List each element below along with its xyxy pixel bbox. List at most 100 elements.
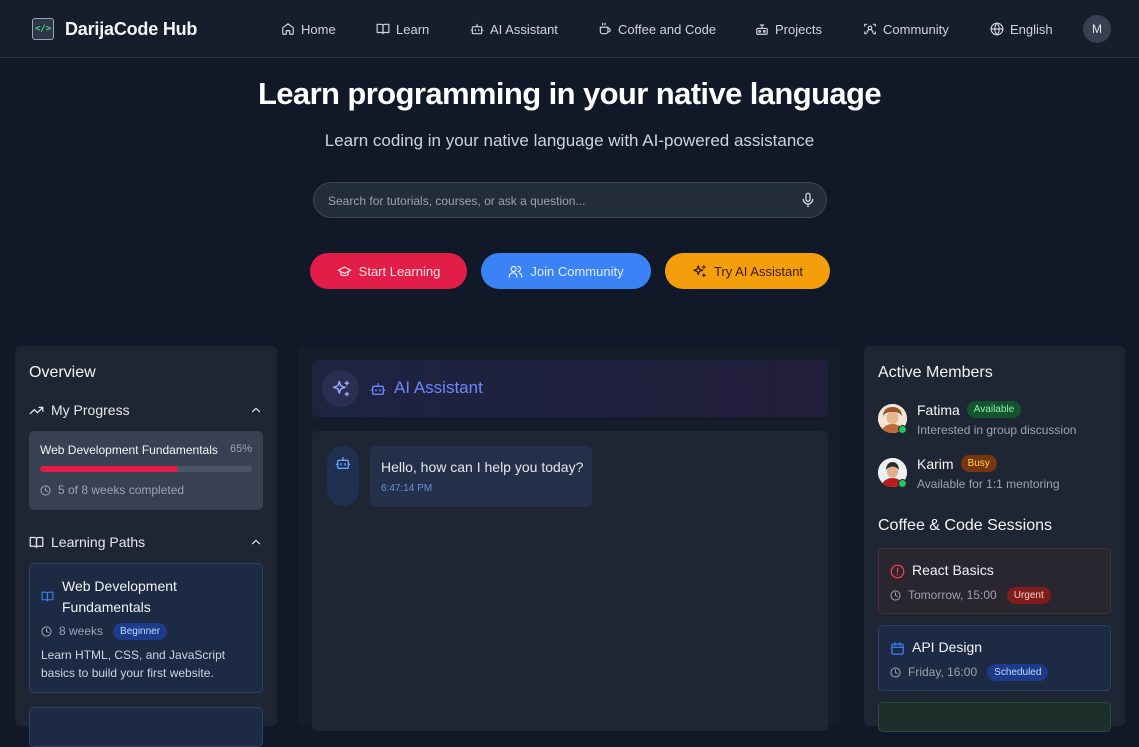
- progress-weeks-label: 5 of 8 weeks completed: [58, 483, 185, 497]
- member-name: Karim: [917, 455, 954, 472]
- nav-projects[interactable]: Projects: [755, 20, 822, 38]
- nav-projects-label: Projects: [775, 21, 822, 37]
- hero-title: Learn programming in your native languag…: [257, 76, 882, 111]
- member-item[interactable]: Fatima Available Interested in group dis…: [878, 401, 1118, 441]
- projects-icon: [756, 24, 768, 35]
- code-logo-icon: </>: [32, 18, 54, 40]
- nav-coffee-and-code[interactable]: Coffee and Code: [598, 20, 716, 38]
- ai-assistant-title: AI Assistant: [394, 378, 483, 397]
- search-bar: [313, 182, 827, 218]
- nav-home-label: Home: [301, 21, 336, 37]
- sparkles-icon: [332, 380, 349, 396]
- learning-path-title: Web Development Fundamentals: [62, 578, 177, 615]
- learning-paths-heading: Learning Paths: [51, 534, 146, 550]
- nav-ai-assistant-label: AI Assistant: [490, 21, 558, 37]
- user-avatar[interactable]: M: [1083, 15, 1111, 43]
- trending-up-icon: [29, 406, 44, 414]
- nav-community[interactable]: Community: [863, 20, 949, 38]
- learning-path-description: Learn HTML, CSS, and JavaScript basics t…: [41, 648, 226, 680]
- chat-area[interactable]: Hello, how can I help you today? 6:47:14…: [312, 431, 828, 731]
- nav-learn[interactable]: Learn: [376, 20, 429, 38]
- member-status: Available for 1:1 mentoring: [917, 477, 1060, 491]
- nav-home[interactable]: Home: [281, 20, 336, 38]
- top-navigation-bar: </> DarijaCode Hub Home Learn AI Assista…: [0, 0, 1139, 58]
- session-meta: Tomorrow, 15:00 Urgent: [890, 586, 1051, 604]
- globe-icon: [990, 22, 1004, 36]
- online-status-dot: [898, 479, 907, 488]
- session-time: Friday, 16:00: [908, 665, 978, 679]
- status-badge: Available: [966, 401, 1022, 418]
- graduation-cap-icon: [337, 266, 352, 276]
- join-community-label: Join Community: [530, 263, 624, 279]
- online-status-dot: [898, 425, 907, 434]
- book-open-icon: [29, 536, 44, 548]
- book-icon: [41, 591, 54, 602]
- session-time: Tomorrow, 15:00: [908, 588, 997, 602]
- session-badge: Scheduled: [987, 663, 1049, 681]
- try-ai-assistant-label: Try AI Assistant: [713, 263, 804, 279]
- chevron-up-icon: [251, 407, 261, 413]
- session-title: React Basics: [912, 562, 994, 578]
- progress-course-title: Web Development Fundamentals: [40, 443, 218, 457]
- join-community-button[interactable]: Join Community: [481, 253, 651, 289]
- learning-paths-toggle[interactable]: Learning Paths: [29, 533, 263, 551]
- microphone-icon[interactable]: [800, 192, 816, 208]
- coffee-icon: [599, 22, 611, 35]
- my-progress-toggle[interactable]: My Progress: [29, 401, 263, 419]
- clock-icon: [41, 625, 52, 637]
- community-icon: [864, 23, 876, 35]
- nav-community-label: Community: [883, 21, 949, 37]
- learning-path-card[interactable]: [29, 707, 263, 747]
- chevron-up-icon: [251, 539, 261, 545]
- nav-coffee-label: Coffee and Code: [618, 21, 717, 37]
- language-selector[interactable]: English: [990, 20, 1053, 38]
- home-icon: [282, 23, 294, 35]
- calendar-icon: [891, 642, 904, 655]
- status-badge: Busy: [960, 455, 997, 472]
- learning-path-meta: 8 weeks Beginner: [41, 622, 168, 640]
- assistant-message-text: Hello, how can I help you today?: [381, 459, 584, 475]
- session-card[interactable]: [878, 702, 1111, 732]
- clock-icon: [890, 666, 901, 678]
- member-item[interactable]: Karim Busy Available for 1:1 mentoring: [878, 455, 1118, 495]
- clock-icon: [40, 484, 51, 496]
- learning-path-card[interactable]: Web Development Fundamentals 8 weeks Beg…: [29, 563, 263, 693]
- bot-icon: [370, 383, 386, 395]
- member-status: Interested in group discussion: [917, 423, 1077, 437]
- member-name-row: Fatima Available: [917, 401, 1022, 418]
- assistant-message-bubble: Hello, how can I help you today? 6:47:14…: [370, 446, 592, 507]
- ai-assistant-panel: AI Assistant Hello, how can I help you t…: [298, 346, 841, 731]
- brand[interactable]: </> DarijaCode Hub: [32, 17, 197, 41]
- session-badge: Urgent: [1006, 586, 1051, 604]
- assistant-message-time: 6:47:14 PM: [381, 483, 433, 494]
- community-panel: Active Members Fatima Available Interest…: [864, 346, 1125, 732]
- search-input[interactable]: [328, 191, 788, 211]
- course-progress-card[interactable]: Web Development Fundamentals 65% 5 of 8 …: [29, 431, 263, 510]
- member-name: Fatima: [917, 401, 960, 418]
- language-label: English: [1010, 21, 1053, 37]
- ai-sparkle-badge: [322, 370, 359, 407]
- bot-icon: [470, 23, 484, 35]
- nav-ai-assistant[interactable]: AI Assistant: [470, 20, 558, 38]
- session-card[interactable]: React Basics Tomorrow, 15:00 Urgent: [878, 548, 1111, 614]
- my-progress-heading: My Progress: [51, 402, 130, 418]
- member-name-row: Karim Busy: [917, 455, 997, 472]
- ai-assistant-header: AI Assistant: [312, 360, 828, 417]
- progress-percent: 65%: [229, 443, 252, 455]
- progress-bar-fill: [40, 466, 178, 472]
- try-ai-assistant-button[interactable]: Try AI Assistant: [665, 253, 830, 289]
- bot-avatar: [327, 446, 359, 506]
- coffee-sessions-title: Coffee & Code Sessions: [878, 517, 1053, 534]
- start-learning-button[interactable]: Start Learning: [310, 253, 467, 289]
- book-icon: [376, 23, 390, 35]
- clock-icon: [890, 589, 901, 601]
- nav-learn-label: Learn: [396, 21, 430, 37]
- overview-title: Overview: [29, 364, 96, 381]
- learning-path-duration: 8 weeks: [59, 624, 104, 638]
- sparkles-icon: [693, 264, 706, 277]
- hero-subtitle: Learn coding in your native language wit…: [324, 131, 815, 150]
- session-card[interactable]: API Design Friday, 16:00 Scheduled: [878, 625, 1111, 691]
- progress-weeks: 5 of 8 weeks completed: [40, 482, 184, 498]
- overview-panel: Overview My Progress Web Development Fun…: [15, 346, 277, 747]
- active-members-title: Active Members: [878, 364, 993, 381]
